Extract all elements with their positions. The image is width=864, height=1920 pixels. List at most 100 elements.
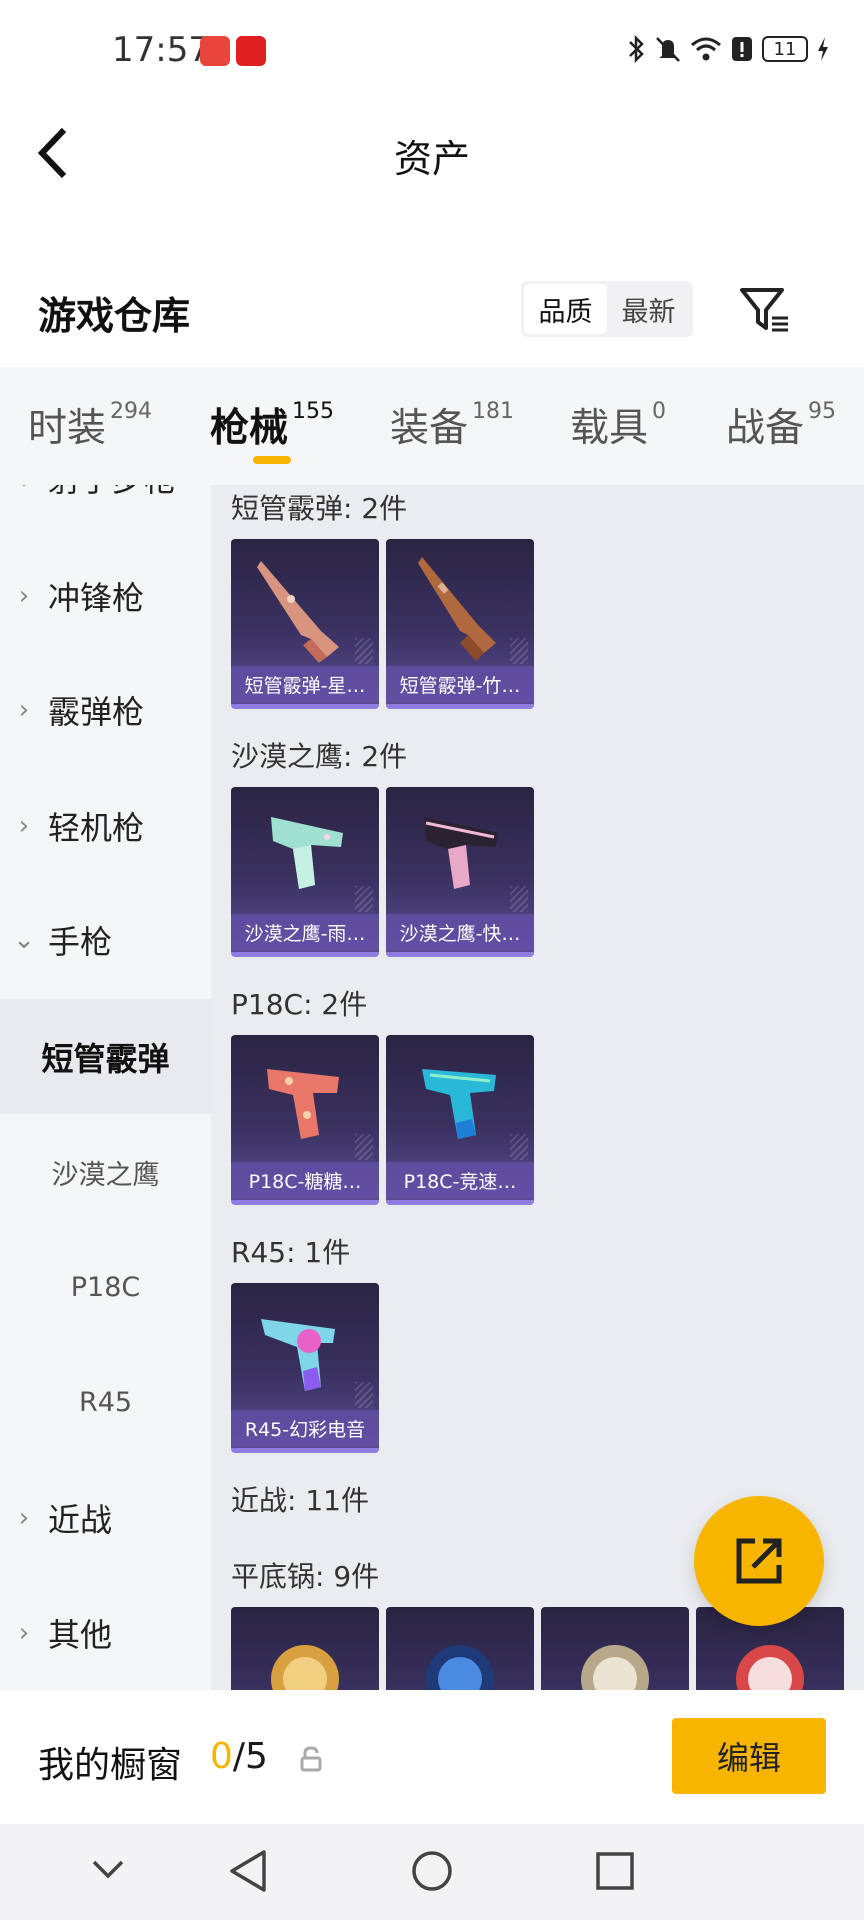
group-title: R45: 1件 [231, 1236, 351, 1269]
tab-count: 155 [292, 399, 335, 424]
group-title: P18C: 2件 [231, 988, 368, 1021]
sidebar-sub-p18c[interactable]: P18C [0, 1230, 211, 1345]
warehouse-title: 游戏仓库 [38, 294, 191, 338]
group-title: 近战: 11件 [231, 1484, 369, 1517]
card-decoration [510, 1134, 528, 1160]
chevron-down-icon[interactable] [90, 1858, 126, 1882]
sidebar-item-label: 手枪 [48, 923, 113, 961]
active-tab-indicator [253, 456, 291, 464]
nav-back-icon[interactable] [226, 1848, 270, 1894]
item-name: 短管霰弹-竹… [386, 666, 534, 702]
tab-equipment[interactable]: 装备 181 [390, 397, 514, 453]
share-external-icon [736, 1538, 782, 1584]
tab-label: 战备 [726, 406, 805, 451]
item-name: P18C-糖糖… [231, 1162, 379, 1198]
item-name: P18C-竞速… [386, 1162, 534, 1198]
sidebar-item-lmg[interactable]: › 轻机枪 [0, 771, 211, 881]
item-card[interactable]: 沙漠之鹰-快… [386, 787, 534, 957]
status-time: 17:57 [112, 30, 210, 70]
sidebar-item-label: 射手步枪 [48, 485, 176, 501]
charging-icon [818, 37, 828, 61]
chevron-right-icon: › [18, 581, 30, 611]
showcase-count: 0/5 [210, 1736, 268, 1777]
tab-outfits[interactable]: 时装 294 [28, 397, 152, 453]
sidebar-item-label: 近战 [48, 1501, 113, 1539]
item-card[interactable]: 短管霰弹-星… [231, 539, 379, 709]
nav-home-icon[interactable] [410, 1848, 454, 1894]
sidebar-item-shotgun[interactable]: › 霰弹枪 [0, 655, 211, 765]
tab-label: 时装 [28, 406, 107, 451]
tab-vehicles[interactable]: 载具 0 [570, 397, 666, 453]
chevron-right-icon: › [18, 695, 30, 725]
sidebar-item-pistol[interactable]: ⌄ 手枪 [0, 885, 211, 995]
chevron-right-icon: › [18, 1618, 30, 1648]
wifi-icon [691, 37, 721, 61]
sidebar-item-marksman-rifle[interactable]: ⌄ 射手步枪 [0, 485, 211, 533]
card-decoration [355, 1134, 373, 1160]
item-card[interactable]: P18C-竞速… [386, 1035, 534, 1205]
item-name: 短管霰弹-星… [231, 666, 379, 702]
alert-icon [732, 37, 752, 61]
item-card[interactable] [386, 1607, 534, 1690]
chevron-right-icon: › [18, 1503, 30, 1533]
filter-icon [740, 288, 788, 332]
status-icons: 11 [626, 34, 830, 64]
tab-supplies[interactable]: 战备 95 [726, 397, 836, 453]
item-card[interactable] [231, 1607, 379, 1690]
battery-icon: 11 [762, 36, 808, 62]
category-tabs: 时装 294 枪械 155 装备 181 载具 0 战备 95 [0, 367, 864, 485]
item-card[interactable]: 短管霰弹-竹… [386, 539, 534, 709]
item-card[interactable]: P18C-糖糖… [231, 1035, 379, 1205]
frying-pan-icon [581, 1645, 649, 1690]
item-name: 沙漠之鹰-快… [386, 914, 534, 950]
group-title: 沙漠之鹰: 2件 [231, 740, 408, 773]
frying-pan-icon [426, 1645, 494, 1690]
notification-app-icon [236, 36, 266, 66]
showcase-total: /5 [232, 1736, 268, 1777]
tab-label: 载具 [570, 406, 649, 451]
item-card[interactable] [541, 1607, 689, 1690]
sidebar-item-label: 冲锋枪 [48, 579, 145, 617]
item-name: 沙漠之鹰-雨… [231, 914, 379, 950]
sort-toggle: 品质 最新 [521, 281, 693, 337]
bluetooth-icon [629, 34, 644, 64]
group-title: 平底锅: 9件 [231, 1560, 380, 1593]
chevron-down-icon: ⌄ [0, 485, 48, 493]
chevron-down-icon: ⌄ [13, 925, 35, 955]
huawei-app-icon [200, 36, 230, 66]
group-title: 短管霰弹: 2件 [231, 492, 408, 525]
chevron-right-icon: › [18, 811, 30, 841]
item-card[interactable]: 沙漠之鹰-雨… [231, 787, 379, 957]
showcase-current: 0 [210, 1736, 233, 1777]
sidebar-sub-desert-eagle[interactable]: 沙漠之鹰 [0, 1115, 211, 1230]
tab-count: 95 [808, 399, 837, 424]
tab-label: 枪械 [210, 406, 289, 451]
sidebar-sub-r45[interactable]: R45 [0, 1345, 211, 1460]
page-title: 资产 [393, 137, 470, 181]
sidebar-item-melee[interactable]: › 近战 [0, 1463, 211, 1573]
card-decoration [355, 886, 373, 912]
card-decoration [510, 886, 528, 912]
sidebar-item-other[interactable]: › 其他 [0, 1578, 211, 1688]
sidebar-sub-sawed-off[interactable]: 短管霰弹 [0, 999, 211, 1114]
tab-count: 181 [472, 399, 515, 424]
sidebar-item-label: 轻机枪 [48, 809, 145, 847]
tab-firearms[interactable]: 枪械 155 [210, 397, 334, 453]
share-fab-button[interactable] [694, 1496, 824, 1626]
mute-icon [656, 37, 680, 62]
filter-button[interactable] [736, 282, 792, 338]
edit-button[interactable]: 编辑 [672, 1718, 826, 1794]
sidebar-item-smg[interactable]: › 冲锋枪 [0, 541, 211, 651]
sidebar-item-label: 其他 [48, 1616, 113, 1654]
item-card[interactable]: R45-幻彩电音 [231, 1283, 379, 1453]
battery-level: 11 [773, 38, 797, 60]
system-navigation-bar [0, 1824, 864, 1920]
tab-count: 294 [110, 399, 153, 424]
sort-newest-button[interactable]: 最新 [607, 284, 690, 334]
item-name: R45-幻彩电音 [231, 1410, 379, 1446]
card-decoration [355, 638, 373, 664]
nav-recents-icon[interactable] [594, 1850, 636, 1892]
sort-quality-button[interactable]: 品质 [524, 284, 607, 334]
weapon-category-sidebar: ⌄ 射手步枪 › 冲锋枪 › 霰弹枪 › 轻机枪 ⌄ 手枪 短管霰弹 沙漠之鹰 … [0, 485, 211, 1690]
frying-pan-icon [271, 1645, 339, 1690]
